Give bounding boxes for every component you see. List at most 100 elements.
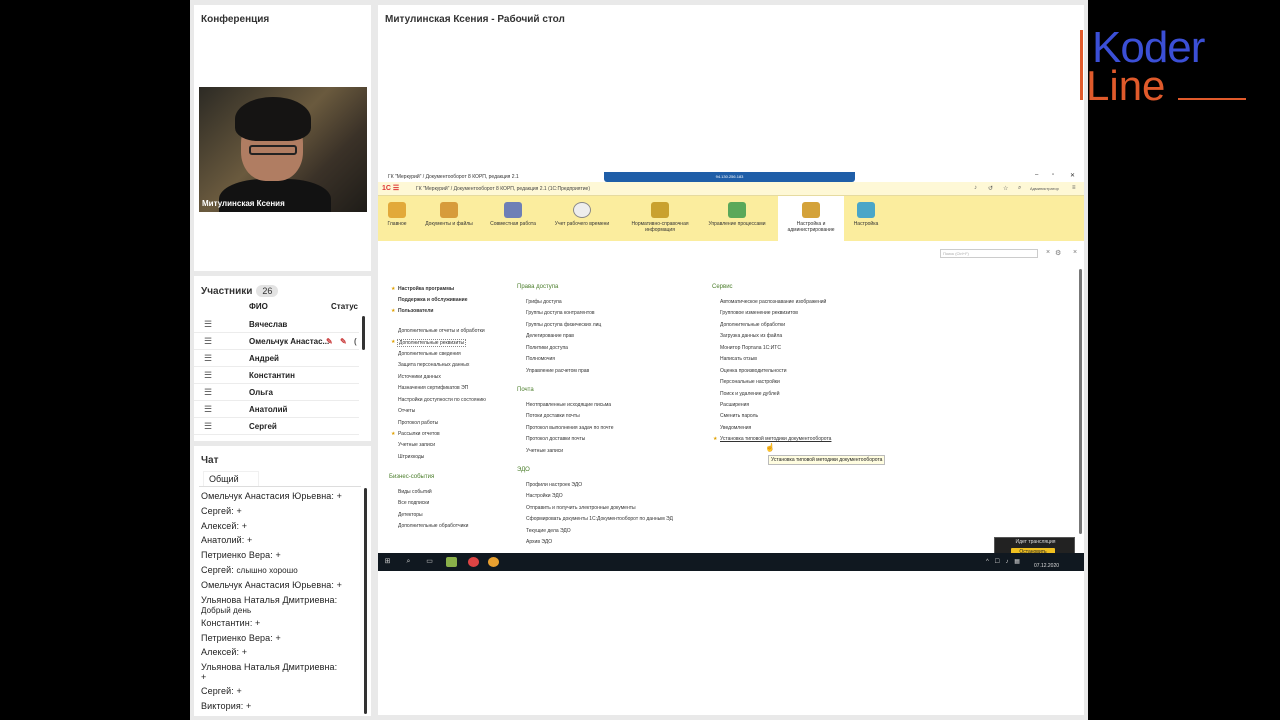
section-administration[interactable]: Настройка и администрирование bbox=[778, 196, 844, 241]
nav-item[interactable]: Протокол выполнения задач по почте bbox=[526, 425, 614, 431]
participant-row[interactable]: ☰ Омельчук Анастас... ✎ ✎( bbox=[194, 333, 359, 350]
nav-item[interactable]: Настройки ЭДО bbox=[526, 493, 563, 499]
nav-item[interactable]: Архив ЭДО bbox=[526, 539, 552, 545]
favorite-star-icon[interactable]: ★ bbox=[391, 286, 395, 292]
section-reference[interactable]: Нормативно-справочная информация bbox=[620, 196, 700, 241]
search-input[interactable]: Поиск (Ctrl+F) bbox=[940, 249, 1038, 258]
participant-row[interactable]: ☰ Константин bbox=[194, 367, 359, 384]
nav-item[interactable]: Потоки доставки почты bbox=[526, 413, 580, 419]
nav-item[interactable]: Текущие дела ЭДО bbox=[526, 528, 571, 534]
section-time-tracking[interactable]: Учет рабочего времени bbox=[544, 196, 620, 241]
favorite-star-icon[interactable]: ★ bbox=[391, 308, 395, 314]
history-icon[interactable]: ↺ bbox=[988, 185, 993, 192]
windows-start-icon[interactable]: ⊞ bbox=[382, 557, 393, 567]
nav-item[interactable]: Детекторы bbox=[398, 512, 423, 518]
nav-item[interactable]: Персональные настройки bbox=[720, 379, 780, 385]
section-collaboration[interactable]: Совместная работа bbox=[482, 196, 544, 241]
drag-handle-icon[interactable]: ☰ bbox=[204, 421, 212, 432]
favorite-star-icon[interactable]: ★ bbox=[391, 339, 395, 345]
nav-item[interactable]: Назначения сертификатов ЭП bbox=[398, 385, 468, 391]
nav-item[interactable]: Дополнительные сведения bbox=[398, 351, 461, 357]
participant-row[interactable]: ☰ Ольга bbox=[194, 384, 359, 401]
favorite-star-icon[interactable]: ★ bbox=[391, 431, 395, 437]
system-tray-icons[interactable]: ^ ☐ ♪ ▦ bbox=[986, 558, 1022, 565]
nav-item[interactable]: Дополнительные реквизиты bbox=[397, 339, 467, 347]
search-clear-icon[interactable]: × bbox=[1046, 249, 1050, 256]
nav-item[interactable]: Виды событий bbox=[398, 489, 432, 495]
nav-item[interactable]: Все подписки bbox=[398, 500, 429, 506]
nav-item[interactable]: Сформировать документы 1С:Документооборо… bbox=[526, 516, 673, 522]
search-icon[interactable]: ⌕ bbox=[1018, 185, 1021, 192]
nav-item[interactable]: Неотправленные исходящие письма bbox=[526, 402, 611, 408]
nav-item[interactable]: Отправить и получить электронные докумен… bbox=[526, 505, 636, 511]
nav-item[interactable]: Группы доступа физических лиц bbox=[526, 322, 601, 328]
camera-muted-icon[interactable]: ✎ bbox=[340, 337, 347, 346]
nav-item[interactable]: Загрузка данных из файла bbox=[720, 333, 782, 339]
bell-icon[interactable]: ♪ bbox=[974, 185, 977, 191]
search-icon[interactable]: ⌕ bbox=[403, 557, 414, 567]
onec-app-icon[interactable] bbox=[488, 557, 499, 567]
nav-item[interactable]: Источники данных bbox=[398, 374, 441, 380]
task-view-icon[interactable]: ▭ bbox=[424, 557, 435, 567]
nav-item[interactable]: Автоматическое распознавание изображений bbox=[720, 299, 826, 305]
drag-handle-icon[interactable]: ☰ bbox=[204, 387, 212, 398]
nav-item[interactable]: Рассылки отчетов bbox=[398, 431, 440, 437]
nav-item[interactable]: Управление расчетом прав bbox=[526, 368, 589, 374]
favorite-star-icon[interactable]: ★ bbox=[713, 436, 717, 442]
content-scrollbar[interactable] bbox=[1079, 269, 1082, 534]
minimize-icon[interactable]: – bbox=[1035, 172, 1038, 178]
nav-item[interactable]: Учетные записи bbox=[526, 448, 563, 454]
nav-item[interactable]: Полномочия bbox=[526, 356, 555, 362]
remote-session-bar[interactable]: 94.130.256.183 bbox=[604, 172, 855, 182]
nav-item[interactable]: Дополнительные обработки bbox=[720, 322, 785, 328]
column-header-status[interactable]: Статус bbox=[331, 302, 358, 311]
close-icon[interactable]: ✕ bbox=[1070, 172, 1075, 179]
nav-item[interactable]: Установка типовой методики документообор… bbox=[720, 436, 831, 442]
nav-item[interactable]: Написать отзыв bbox=[720, 356, 757, 362]
nav-item[interactable]: Сменить пароль bbox=[720, 413, 758, 419]
settings-icon[interactable]: ≡ bbox=[1072, 185, 1076, 191]
nav-item[interactable]: Групповое изменение реквизитов bbox=[720, 310, 798, 316]
nav-item[interactable]: Дополнительные отчеты и обработки bbox=[398, 328, 485, 334]
speaker-video[interactable]: Митулинская Ксения bbox=[199, 87, 367, 212]
drag-handle-icon[interactable]: ☰ bbox=[204, 319, 212, 330]
chat-scrollbar[interactable] bbox=[364, 488, 367, 714]
chrome-icon[interactable] bbox=[468, 557, 479, 567]
drag-handle-icon[interactable]: ☰ bbox=[204, 336, 212, 347]
file-explorer-icon[interactable] bbox=[446, 557, 457, 567]
nav-item[interactable]: Группы доступа контрагентов bbox=[526, 310, 595, 316]
nav-item[interactable]: Делегирование прав bbox=[526, 333, 574, 339]
nav-item[interactable]: Монитор Портала 1С:ИТС bbox=[720, 345, 781, 351]
nav-item[interactable]: Грифы доступа bbox=[526, 299, 562, 305]
participants-scrollbar[interactable] bbox=[362, 316, 365, 350]
star-icon[interactable]: ☆ bbox=[1003, 185, 1008, 192]
nav-item[interactable]: Пользователи bbox=[398, 308, 433, 314]
participant-row[interactable]: ☰ Андрей bbox=[194, 350, 359, 367]
nav-item[interactable]: Отчеты bbox=[398, 408, 415, 414]
participant-row[interactable]: ☰ Анатолий bbox=[194, 401, 359, 418]
nav-item[interactable]: Расширения bbox=[720, 402, 749, 408]
column-header-name[interactable]: ФИО bbox=[249, 302, 268, 311]
close-panel-icon[interactable]: × bbox=[1073, 249, 1077, 256]
nav-item[interactable]: Дополнительные обработчики bbox=[398, 523, 468, 529]
drag-handle-icon[interactable]: ☰ bbox=[204, 370, 212, 381]
more-icon[interactable]: ( bbox=[354, 337, 357, 346]
gear-icon[interactable]: ⚙ bbox=[1055, 249, 1061, 257]
nav-item[interactable]: Уведомления bbox=[720, 425, 751, 431]
section-settings[interactable]: Настройка bbox=[846, 196, 886, 241]
nav-item[interactable]: Профили настроек ЭДО bbox=[526, 482, 582, 488]
user-name[interactable]: Администратор bbox=[1030, 186, 1059, 191]
nav-item[interactable]: Поиск и удаление дублей bbox=[720, 391, 780, 397]
section-documents[interactable]: Документы и файлы bbox=[416, 196, 482, 241]
participant-row[interactable]: ☰ Вячеслав bbox=[194, 316, 359, 333]
mic-muted-icon[interactable]: ✎ bbox=[326, 337, 333, 346]
participant-row[interactable]: ☰ Сергей bbox=[194, 418, 359, 435]
nav-item[interactable]: Защита персональных данных bbox=[398, 362, 469, 368]
nav-item[interactable]: Настройка программы bbox=[398, 286, 454, 292]
nav-item[interactable]: Протокол доставки почты bbox=[526, 436, 585, 442]
nav-item[interactable]: Поддержка и обслуживание bbox=[398, 297, 467, 303]
drag-handle-icon[interactable]: ☰ bbox=[204, 404, 212, 415]
nav-item[interactable]: Штрихкоды bbox=[398, 454, 424, 460]
nav-item[interactable]: Протокол работы bbox=[398, 420, 438, 426]
nav-item[interactable]: Оценка производительности bbox=[720, 368, 787, 374]
